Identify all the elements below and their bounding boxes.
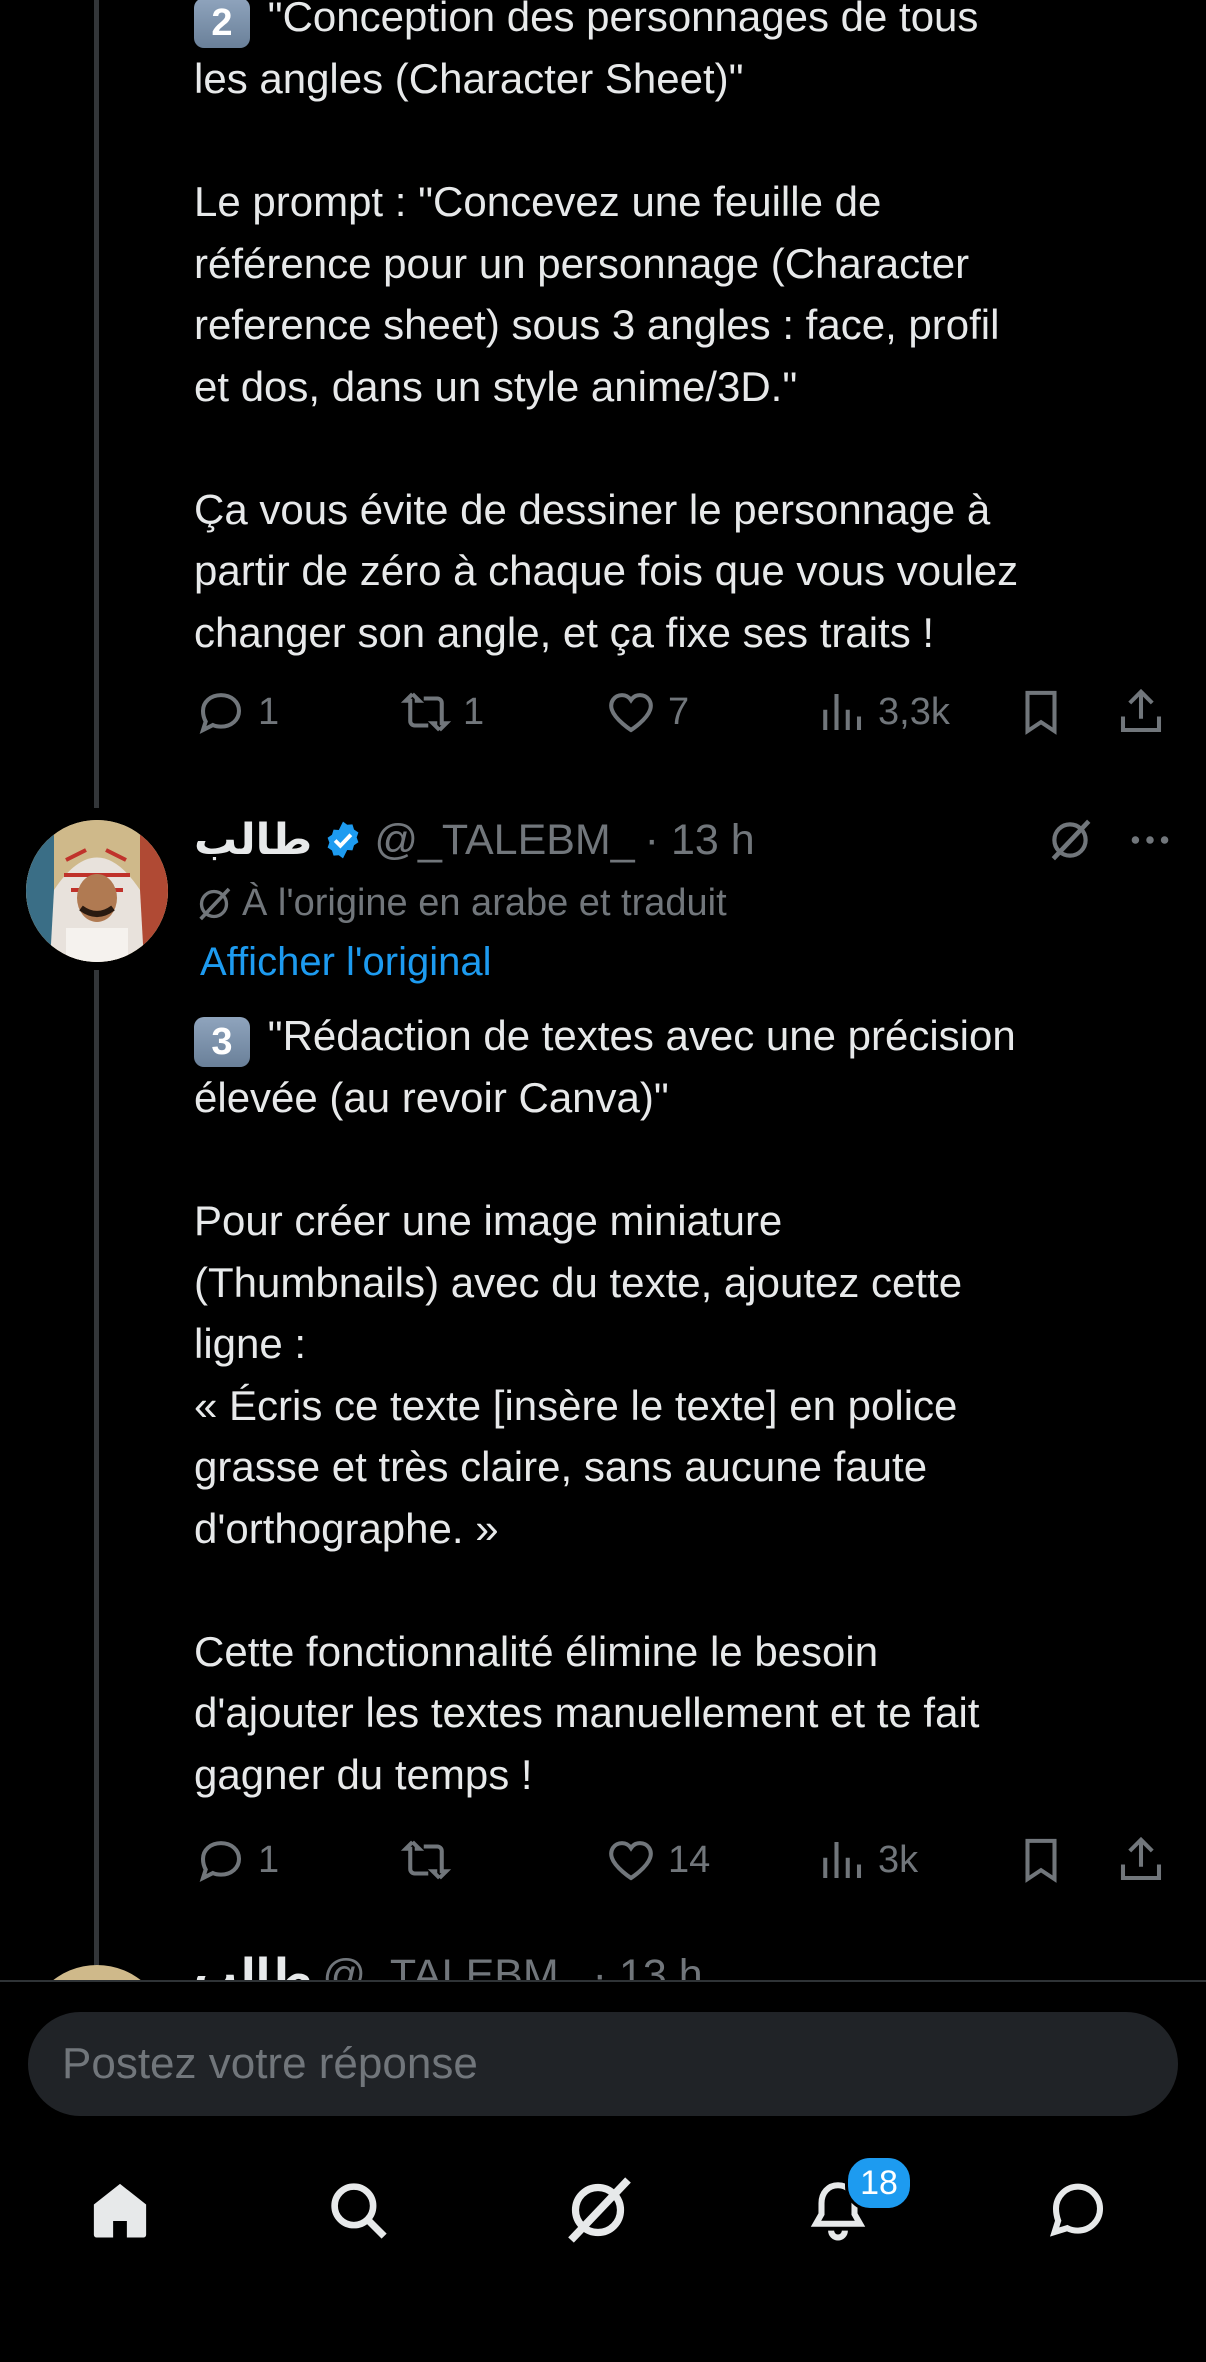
- reply-icon: [199, 693, 242, 734]
- reply-button[interactable]: 1: [194, 1830, 279, 1890]
- analytics-icon: [823, 694, 862, 730]
- reply-input[interactable]: Postez votre réponse: [28, 2012, 1178, 2116]
- more-options-icon[interactable]: [1125, 815, 1175, 865]
- tweet3-partial: طالب @_TALEBM_ · 13 h: [0, 1945, 1206, 1980]
- share-button[interactable]: [1114, 1830, 1168, 1890]
- repost-button[interactable]: 1: [399, 682, 484, 742]
- nav-home[interactable]: [80, 2170, 160, 2250]
- like-button[interactable]: 14: [604, 1830, 710, 1890]
- nav-grok[interactable]: [558, 2170, 638, 2250]
- avatar[interactable]: [26, 820, 168, 962]
- thread-line-middle: [94, 970, 99, 1970]
- bookmark-button[interactable]: [1014, 682, 1068, 742]
- home-icon: [93, 2183, 147, 2238]
- translation-note: À l'origine en arabe et traduit: [194, 882, 727, 925]
- like-button[interactable]: 7: [604, 682, 689, 742]
- tweet2-actions: 1 14 3k: [194, 1830, 1194, 1890]
- views-button[interactable]: 3,3k: [814, 682, 950, 742]
- tweet2-header: طالب @_TALEBM_ · 13 h: [194, 810, 755, 870]
- verified-badge-icon: [327, 821, 359, 859]
- repost-icon: [400, 1840, 452, 1880]
- tweet2-text: 3 "Rédaction de textes avec une précisio…: [194, 1012, 1016, 1798]
- reply-icon: [199, 1841, 242, 1882]
- tweet1-actions: 1 1 7 3,3k: [194, 682, 1194, 742]
- chat-bubble-icon: [1050, 2183, 1104, 2237]
- heart-icon: [609, 1841, 653, 1881]
- avatar[interactable]: [26, 1965, 168, 1980]
- grok-icon: [199, 887, 231, 920]
- search-icon: [331, 2183, 387, 2239]
- share-button[interactable]: [1114, 682, 1168, 742]
- tweet1-text: 2 "Conception des personnages de tous le…: [194, 0, 1019, 656]
- analytics-icon: [823, 1842, 862, 1878]
- repost-button[interactable]: [399, 1830, 463, 1890]
- notifications-badge: 18: [845, 2155, 913, 2211]
- post-time: · 13 h: [644, 815, 755, 864]
- keycap-3-icon: 3: [194, 1017, 250, 1067]
- nav-search[interactable]: [318, 2170, 398, 2250]
- thread-line-top: [94, 0, 99, 808]
- nav-messages[interactable]: [1038, 2170, 1118, 2250]
- keycap-2-icon: 2: [194, 0, 250, 48]
- bookmark-icon: [1025, 690, 1057, 735]
- share-icon: [1120, 688, 1162, 733]
- heart-icon: [609, 693, 653, 733]
- bookmark-button[interactable]: [1014, 1830, 1068, 1890]
- share-icon: [1120, 1836, 1162, 1881]
- repost-icon: [400, 692, 452, 732]
- bookmark-icon: [1025, 1838, 1057, 1883]
- author-handle[interactable]: @_TALEBM_: [374, 816, 634, 865]
- show-original-link[interactable]: Afficher l'original: [200, 940, 491, 985]
- grok-icon: [568, 2177, 631, 2243]
- author-name[interactable]: طالب: [194, 815, 312, 865]
- views-button[interactable]: 3k: [814, 1830, 918, 1890]
- reply-button[interactable]: 1: [194, 682, 279, 742]
- grok-icon[interactable]: [1045, 815, 1095, 865]
